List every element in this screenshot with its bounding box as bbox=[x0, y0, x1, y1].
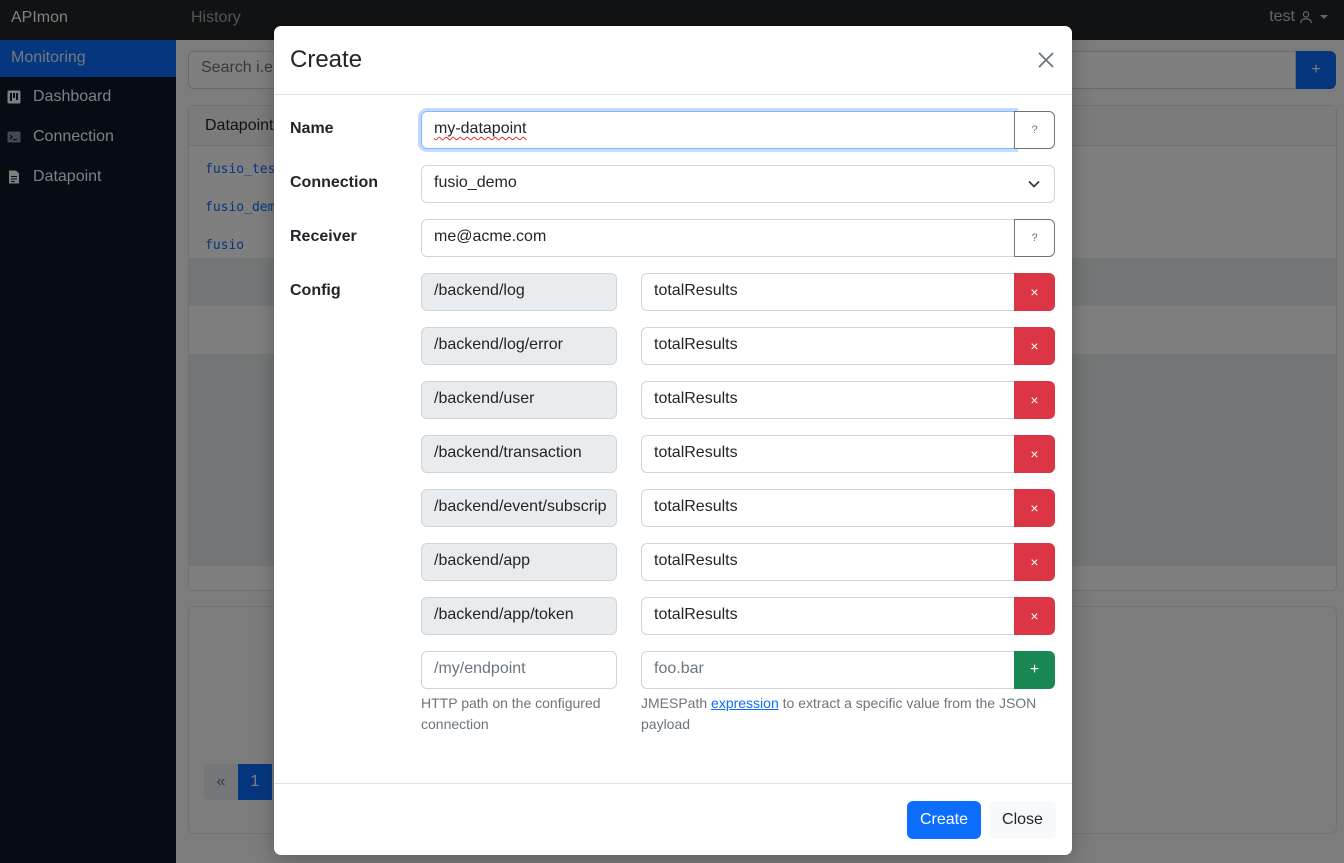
expression-help-link[interactable]: expression bbox=[711, 695, 779, 711]
config-expression-input[interactable]: totalResults bbox=[641, 489, 1015, 527]
config-path-field: /backend/app bbox=[421, 543, 617, 581]
config-expression-input[interactable]: totalResults bbox=[641, 435, 1015, 473]
close-icon[interactable] bbox=[1036, 50, 1056, 70]
config-expression-input[interactable]: totalResults bbox=[641, 327, 1015, 365]
config-expression-input[interactable]: totalResults bbox=[641, 381, 1015, 419]
connection-select[interactable]: fusio_demo bbox=[421, 165, 1055, 203]
config-path-field: /backend/transaction bbox=[421, 435, 617, 473]
new-path-input[interactable]: /my/endpoint bbox=[421, 651, 617, 689]
expression-help-prefix: JMESPath bbox=[641, 695, 712, 711]
modal-title: Create bbox=[290, 46, 363, 73]
remove-config-button[interactable]: × bbox=[1014, 435, 1055, 473]
config-label: Config bbox=[290, 282, 341, 299]
path-help-text: HTTP path on the configured connection bbox=[421, 695, 601, 732]
remove-config-button[interactable]: × bbox=[1014, 273, 1055, 311]
name-input[interactable]: my-datapoint bbox=[421, 111, 1015, 149]
remove-config-button[interactable]: × bbox=[1014, 489, 1055, 527]
remove-config-button[interactable]: × bbox=[1014, 597, 1055, 635]
config-path-field: /backend/app/token bbox=[421, 597, 617, 635]
config-expression-input[interactable]: totalResults bbox=[641, 273, 1015, 311]
chevron-down-icon bbox=[1028, 180, 1040, 188]
config-path-field: /backend/user bbox=[421, 381, 617, 419]
config-path-field: /backend/log/error bbox=[421, 327, 617, 365]
remove-config-button[interactable]: × bbox=[1014, 327, 1055, 365]
create-button[interactable]: Create bbox=[907, 801, 981, 839]
config-expression-input[interactable]: totalResults bbox=[641, 597, 1015, 635]
name-help-button[interactable]: ? bbox=[1014, 111, 1055, 149]
close-button[interactable]: Close bbox=[989, 801, 1056, 839]
add-config-button[interactable]: + bbox=[1014, 651, 1055, 689]
connection-label: Connection bbox=[290, 174, 378, 191]
new-expression-input[interactable]: foo.bar bbox=[641, 651, 1015, 689]
config-expression-input[interactable]: totalResults bbox=[641, 543, 1015, 581]
receiver-help-button[interactable]: ? bbox=[1014, 219, 1055, 257]
modal-footer: Create Close bbox=[274, 783, 1072, 855]
modal-header: Create bbox=[274, 26, 1072, 95]
config-path-field: /backend/event/subscrip bbox=[421, 489, 617, 527]
name-label: Name bbox=[290, 120, 334, 137]
receiver-label: Receiver bbox=[290, 228, 357, 245]
remove-config-button[interactable]: × bbox=[1014, 543, 1055, 581]
receiver-input[interactable]: me@acme.com bbox=[421, 219, 1015, 257]
config-path-field: /backend/log bbox=[421, 273, 617, 311]
create-modal: Create Name my-datapoint ? Connection fu… bbox=[274, 26, 1072, 855]
connection-value: fusio_demo bbox=[434, 174, 517, 191]
modal-body: Name my-datapoint ? Connection fusio_dem… bbox=[274, 96, 1072, 783]
expression-help-text: JMESPath expression to extract a specifi… bbox=[641, 693, 1055, 735]
name-value: my-datapoint bbox=[434, 120, 527, 137]
remove-config-button[interactable]: × bbox=[1014, 381, 1055, 419]
